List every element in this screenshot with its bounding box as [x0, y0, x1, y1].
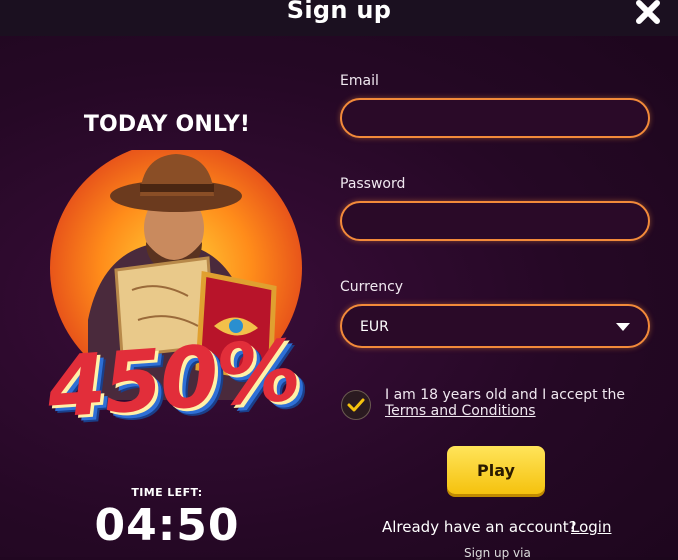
dialog-title: Sign up: [286, 0, 392, 24]
countdown-timer: 04:50: [94, 500, 240, 551]
currency-label: Currency: [340, 279, 404, 295]
close-icon[interactable]: [630, 0, 666, 28]
email-field[interactable]: [342, 100, 648, 136]
email-field-wrapper[interactable]: [340, 98, 650, 138]
login-link[interactable]: Login: [571, 518, 611, 536]
email-label: Email: [340, 73, 379, 89]
account-prompt: Already have an account?: [382, 518, 577, 536]
chevron-down-icon: [616, 323, 630, 331]
checkmark-icon: [347, 398, 365, 412]
play-button[interactable]: Play: [447, 446, 545, 494]
password-field-wrapper[interactable]: [340, 201, 650, 241]
terms-checkbox[interactable]: [341, 390, 371, 420]
terms-link[interactable]: Terms and Conditions: [385, 403, 536, 419]
promo-headline: TODAY ONLY!: [83, 112, 251, 137]
password-field[interactable]: [342, 203, 648, 239]
currency-value: EUR: [360, 319, 389, 335]
currency-select[interactable]: EUR: [340, 304, 650, 348]
signup-via-label: Sign up via: [464, 546, 531, 560]
password-label: Password: [340, 176, 406, 192]
time-left-label: TIME LEFT:: [131, 486, 203, 499]
terms-text: I am 18 years old and I accept the: [385, 387, 626, 403]
